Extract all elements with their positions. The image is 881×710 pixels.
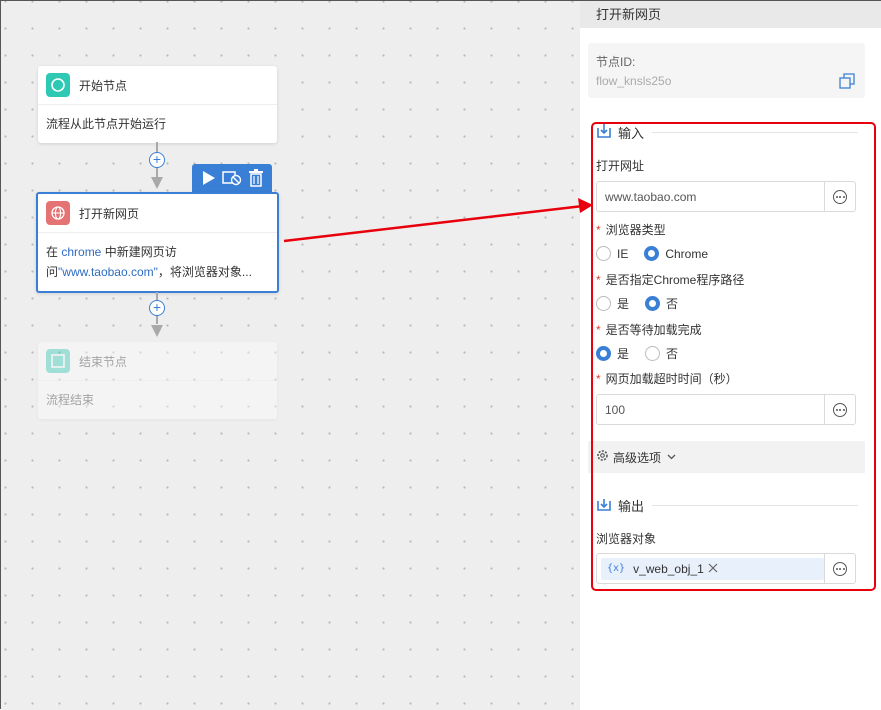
wait-load-radios: 是 否 <box>596 345 694 362</box>
node-id-value: flow_knsls25o <box>596 74 672 88</box>
radio-chrome-path-yes[interactable]: 是 <box>596 295 629 312</box>
browser-object-input[interactable]: {x} v_web_obj_1 <box>596 553 856 584</box>
browser-type-label-text: 浏览器类型 <box>605 223 666 237</box>
chrome-path-label: * 是否指定Chrome程序路径 <box>596 273 745 287</box>
desc-keyword-browser: chrome <box>61 245 102 259</box>
more-icon <box>833 402 847 417</box>
radio-yes-label: 是 <box>617 297 630 311</box>
timeout-input[interactable]: 100 <box>596 394 856 425</box>
start-node-header: 开始节点 <box>38 66 277 105</box>
connector-arrow-icon <box>151 325 163 337</box>
start-node-title: 开始节点 <box>79 78 128 93</box>
url-label: 打开网址 <box>596 159 645 173</box>
radio-yes-label: 是 <box>617 347 630 361</box>
input-download-icon <box>596 123 612 142</box>
timeout-value[interactable]: 100 <box>597 403 824 417</box>
chrome-path-label-text: 是否指定Chrome程序路径 <box>605 273 745 287</box>
end-square-icon <box>46 349 70 373</box>
advanced-options-toggle[interactable]: 高级选项 <box>588 441 865 473</box>
desc-text: 在 <box>46 245 62 259</box>
open-node-desc: 在 chrome 中新建网页访问"www.taobao.com"，将浏览器对象.… <box>38 233 277 291</box>
variable-tag: {x} v_web_obj_1 <box>601 557 824 580</box>
add-node-plus-icon[interactable]: + <box>149 152 165 168</box>
radio-circle-icon[interactable] <box>645 346 661 361</box>
output-upload-icon <box>596 496 612 515</box>
timeout-more-button[interactable] <box>824 395 855 424</box>
browser-type-label: * 浏览器类型 <box>596 223 666 237</box>
chevron-down-icon <box>667 450 676 464</box>
more-icon <box>833 189 847 204</box>
radio-circle-icon[interactable] <box>596 346 611 361</box>
start-node-desc: 流程从此节点开始运行 <box>46 117 167 131</box>
radio-no-label: 否 <box>666 347 679 361</box>
radio-ie-label: IE <box>617 246 629 261</box>
node-id-label: 节点ID: <box>596 55 636 69</box>
url-more-button[interactable] <box>824 182 855 211</box>
close-icon[interactable] <box>708 562 718 576</box>
input-section-title: 输入 <box>618 126 645 141</box>
divider <box>652 132 858 133</box>
end-node-header: 结束节点 <box>38 342 277 381</box>
browser-type-radios: IE Chrome <box>596 246 724 261</box>
browser-object-more-button[interactable] <box>824 554 855 583</box>
flow-canvas[interactable]: 开始节点 流程从此节点开始运行 + 打开新网页 在 chrome 中新建网页访问… <box>1 1 580 710</box>
radio-circle-icon[interactable] <box>596 246 611 261</box>
desc-keyword-url: "www.taobao.com" <box>58 265 158 279</box>
timeout-label-text: 网页加载超时时间（秒） <box>605 372 738 386</box>
browser-object-label: 浏览器对象 <box>596 532 657 546</box>
end-node-desc: 流程结束 <box>46 393 95 407</box>
radio-chrome-label: Chrome <box>665 246 709 261</box>
output-section-title: 输出 <box>618 499 645 514</box>
timeout-label: * 网页加载超时时间（秒） <box>596 372 738 386</box>
copy-icon[interactable] <box>839 73 855 92</box>
gear-icon <box>596 449 609 465</box>
end-node-title: 结束节点 <box>79 354 128 369</box>
end-node[interactable]: 结束节点 流程结束 <box>38 342 277 419</box>
node-toolbar <box>192 164 272 192</box>
divider <box>652 505 858 506</box>
wait-load-label-text: 是否等待加载完成 <box>605 323 702 337</box>
wait-load-label: * 是否等待加载完成 <box>596 323 702 337</box>
disable-icon[interactable] <box>221 167 243 189</box>
output-section-header: 输出 <box>596 496 858 515</box>
url-input[interactable]: www.taobao.com <box>596 181 856 212</box>
radio-ie[interactable]: IE <box>596 246 628 261</box>
connector-arrow-icon <box>151 177 163 189</box>
variable-name: v_web_obj_1 <box>633 561 704 576</box>
open-webpage-node[interactable]: 打开新网页 在 chrome 中新建网页访问"www.taobao.com"，将… <box>36 192 279 293</box>
radio-wait-yes[interactable]: 是 <box>596 345 629 362</box>
radio-chrome[interactable]: Chrome <box>644 246 708 261</box>
radio-circle-icon[interactable] <box>596 296 611 311</box>
start-node[interactable]: 开始节点 流程从此节点开始运行 <box>38 66 277 143</box>
radio-circle-icon[interactable] <box>645 296 661 311</box>
radio-wait-no[interactable]: 否 <box>645 345 678 362</box>
open-node-title: 打开新网页 <box>79 206 140 221</box>
desc-text: ，将浏览器对象... <box>157 265 252 279</box>
radio-circle-icon[interactable] <box>644 246 660 261</box>
radio-chrome-path-no[interactable]: 否 <box>645 295 678 312</box>
globe-icon <box>46 201 70 225</box>
start-circle-icon <box>46 73 70 97</box>
node-id-box: 节点ID: flow_knsls25o <box>588 43 865 98</box>
chrome-path-radios: 是 否 <box>596 295 694 312</box>
open-node-header: 打开新网页 <box>38 194 277 233</box>
radio-no-label: 否 <box>666 297 679 311</box>
add-node-plus-icon[interactable]: + <box>149 300 165 316</box>
browser-object-field[interactable]: {x} v_web_obj_1 <box>597 557 824 580</box>
advanced-options-label: 高级选项 <box>613 450 662 465</box>
play-icon[interactable] <box>197 167 219 189</box>
variable-icon: {x} <box>607 563 626 574</box>
trash-icon[interactable] <box>245 167 267 189</box>
url-value[interactable]: www.taobao.com <box>597 190 824 204</box>
more-icon <box>833 561 847 576</box>
properties-panel: 打开新网页 节点ID: flow_knsls25o 输入 打开网址 www.ta… <box>580 1 881 710</box>
panel-title: 打开新网页 <box>580 1 881 28</box>
input-section-header: 输入 <box>596 123 858 142</box>
